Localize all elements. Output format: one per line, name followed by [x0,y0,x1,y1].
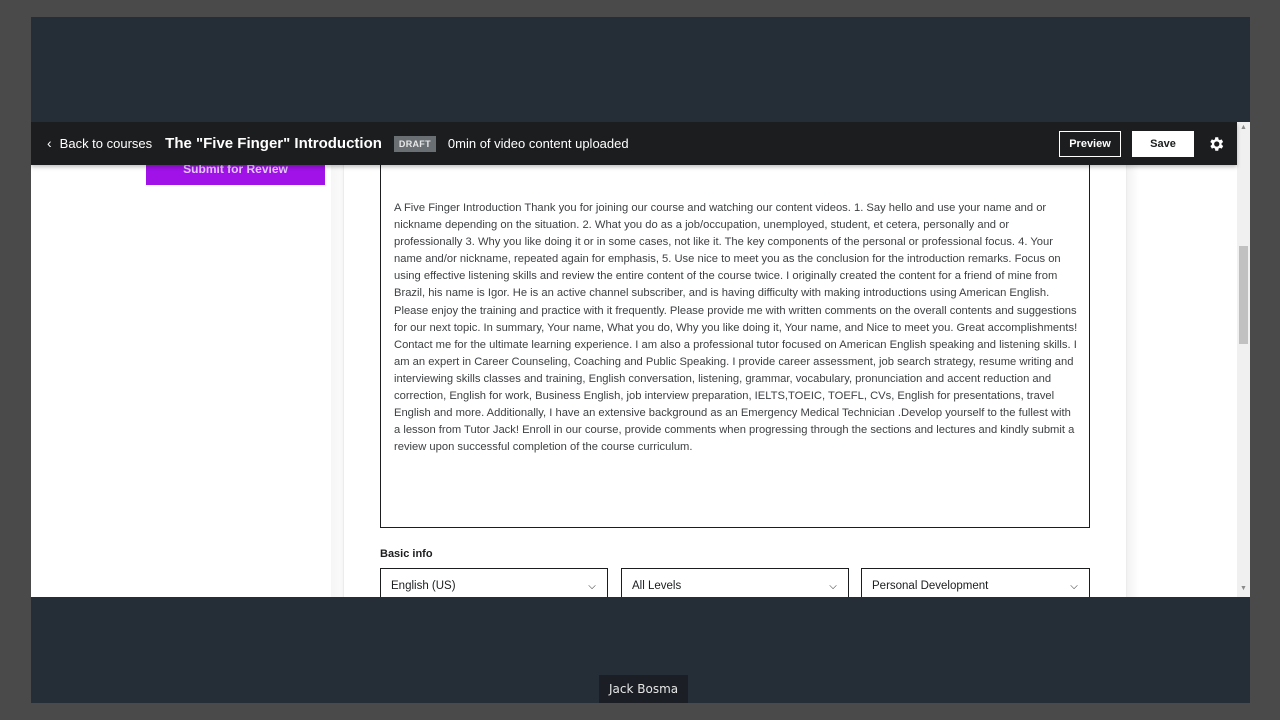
back-to-courses-label: Back to courses [59,136,153,151]
left-panel: Submit for Review [31,122,331,597]
course-description-editor[interactable]: A Five Finger Introduction Thank you for… [380,157,1090,528]
status-badge: DRAFT [393,135,436,152]
course-description-text[interactable]: A Five Finger Introduction Thank you for… [394,200,1079,456]
chevron-down-icon: ⌵ [1070,580,1078,592]
course-title: The "Five Finger" Introduction [165,135,382,152]
upload-status-text: 0min of video content uploaded [447,136,629,151]
chevron-left-icon: ‹ [47,134,52,151]
level-value: All Levels [632,580,682,592]
scrollbar-thumb[interactable] [1239,246,1248,344]
scroll-down-arrow-icon[interactable]: ▼ [1237,585,1250,595]
header-actions: Preview Save [1059,130,1225,157]
card-shadow-left [331,162,343,597]
card-shadow-right [1127,162,1139,597]
course-header-bar: ‹ Back to courses The "Five Finger" Intr… [31,122,1237,165]
chevron-down-icon: ⌵ [588,580,596,592]
browser-viewport: Submit for Review A Five Finger Introduc… [31,122,1250,597]
language-select[interactable]: English (US) ⌵ [380,568,608,597]
gear-icon[interactable] [1207,135,1225,153]
category-value: Personal Development [872,580,989,592]
category-select[interactable]: Personal Development ⌵ [861,568,1090,597]
chevron-down-icon: ⌵ [829,580,837,592]
basic-info-label: Basic info [380,548,433,560]
save-button[interactable]: Save [1132,130,1194,157]
preview-button[interactable]: Preview [1059,130,1121,157]
back-to-courses-link[interactable]: ‹ Back to courses [47,134,153,152]
presenter-caption: Jack Bosma [599,675,689,703]
page-scrollbar[interactable]: ▲ ▼ [1237,122,1250,597]
level-select[interactable]: All Levels ⌵ [621,568,849,597]
language-value: English (US) [391,580,456,592]
scroll-up-arrow-icon[interactable]: ▲ [1237,124,1250,134]
